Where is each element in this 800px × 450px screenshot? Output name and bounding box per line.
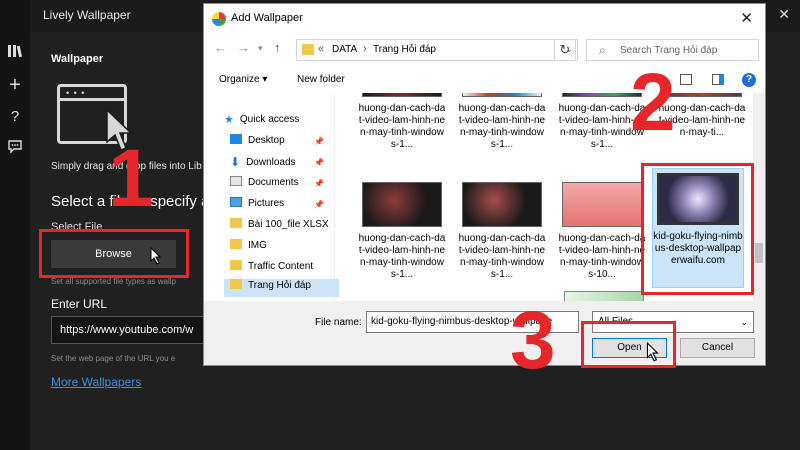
dialog-titlebar: Add Wallpaper ✕	[204, 4, 765, 34]
desktop-icon	[230, 134, 242, 144]
file-item[interactable]: huong-dan-cach-dat-video-lam-hinh-nen-ma…	[358, 182, 446, 281]
video-thumbnail	[462, 182, 542, 227]
chevron-down-icon: ⌄	[740, 317, 748, 327]
view-options-icon[interactable]	[680, 74, 692, 85]
new-folder-button[interactable]: New folder	[297, 74, 345, 85]
feedback-icon[interactable]	[6, 140, 24, 158]
side-rail: + ?	[0, 0, 30, 450]
cancel-button[interactable]: Cancel	[680, 338, 755, 358]
search-icon: ⌕	[599, 43, 606, 57]
app-logo-icon	[212, 12, 226, 26]
breadcrumb-current[interactable]: Trang Hỏi đáp	[373, 44, 436, 55]
nav-desktop[interactable]: Desktop	[230, 134, 285, 152]
address-bar[interactable]: « DATA › Trang Hỏi đáp ⌄	[296, 39, 578, 61]
pin-icon: 📌	[314, 179, 324, 188]
help-icon[interactable]: ?	[6, 108, 24, 126]
preview-pane-icon[interactable]	[712, 74, 724, 85]
annotation-box-3	[581, 321, 676, 368]
file-item[interactable]: huong-dan-cach-dat-video-lam-hinh-nen-ma…	[458, 93, 546, 151]
download-icon: ⬇	[230, 155, 241, 169]
close-icon[interactable]: ✕	[778, 6, 790, 23]
file-name-label: File name:	[315, 317, 362, 328]
url-input[interactable]: https://www.youtube.com/w	[51, 316, 211, 344]
video-thumbnail	[562, 182, 642, 227]
breadcrumb-data[interactable]: DATA	[332, 44, 357, 55]
pin-icon: 📌	[314, 158, 324, 167]
video-thumbnail	[362, 182, 442, 227]
annotation-box-1	[39, 229, 189, 278]
url-label: Enter URL	[51, 297, 108, 311]
more-wallpapers-link[interactable]: More Wallpapers	[51, 375, 141, 389]
annotation-number-3: 3	[510, 295, 556, 386]
nav-pictures[interactable]: Pictures	[230, 197, 284, 215]
file-item[interactable]: huong-dan-cach-dat-video-lam-hinh-nen-ma…	[358, 93, 446, 151]
dialog-toolbar: Organize ▾ New folder ?	[204, 67, 765, 93]
file-list-scrollbar[interactable]	[753, 93, 765, 301]
add-icon[interactable]: +	[6, 75, 24, 95]
address-row: ← → ▾ ↑ « DATA › Trang Hỏi đáp ⌄ ↻ ⌕ Sea…	[204, 34, 765, 66]
navigation-pane: ★ Quick access Desktop 📌 ⬇ Downloads 📌 Doc…	[204, 93, 339, 301]
video-thumbnail	[564, 291, 644, 301]
annotation-box-2	[641, 163, 754, 295]
refresh-icon[interactable]: ↻	[554, 39, 576, 61]
dialog-bottom-bar: File name: kid-goku-flying-nimbus-deskto…	[204, 301, 765, 365]
folder-icon	[230, 218, 242, 228]
recent-dropdown-icon[interactable]: ▾	[258, 43, 263, 54]
dialog-title: Add Wallpaper	[231, 12, 303, 24]
url-help: Set the web page of the URL you e	[51, 354, 176, 363]
star-icon: ★	[224, 114, 234, 126]
up-arrow-icon[interactable]: ↑	[274, 40, 281, 55]
folder-icon	[230, 260, 242, 270]
breadcrumb-overflow-icon[interactable]: «	[318, 43, 324, 55]
nav-folder-img[interactable]: IMG	[230, 239, 267, 257]
organize-menu[interactable]: Organize ▾	[219, 74, 267, 85]
file-item[interactable]: huong-dan-cach-dat-video-lam-hinh-nen-ma…	[458, 182, 546, 281]
nav-downloads[interactable]: ⬇ Downloads	[230, 155, 296, 173]
document-icon	[230, 176, 242, 186]
folder-icon	[230, 279, 242, 289]
pin-icon: 📌	[314, 137, 324, 146]
pin-icon: 📌	[314, 200, 324, 209]
forward-arrow-icon[interactable]: →	[237, 40, 250, 55]
nav-documents[interactable]: Documents	[230, 176, 299, 194]
video-thumbnail	[362, 93, 442, 97]
section-title: Wallpaper	[51, 53, 104, 65]
dialog-close-icon[interactable]: ✕	[740, 9, 753, 27]
search-placeholder: Search Trang Hỏi đáp	[620, 45, 718, 56]
pictures-icon	[230, 197, 242, 207]
back-arrow-icon[interactable]: ←	[214, 40, 227, 55]
folder-icon	[230, 239, 242, 249]
nav-folder-xlsx[interactable]: Bài 100_file XLSX	[230, 218, 329, 236]
video-thumbnail	[462, 93, 542, 97]
nav-folder-current[interactable]: Trang Hỏi đáp	[224, 279, 339, 297]
support-hint: Set all supported file types as wallp	[51, 277, 176, 286]
file-item[interactable]: huong-dan-cach-dat-video-lam-hinh-nen-ma…	[558, 182, 646, 281]
nav-quick-access[interactable]: ★ Quick access	[224, 113, 299, 131]
app-title: Lively Wallpaper	[43, 8, 131, 22]
breadcrumb-separator-icon[interactable]: ›	[363, 43, 367, 55]
folder-icon	[302, 44, 314, 55]
help-circle-icon[interactable]: ?	[742, 73, 756, 87]
library-icon[interactable]	[6, 44, 24, 62]
annotation-number-1: 1	[108, 133, 154, 224]
nav-folder-traffic[interactable]: Traffic Content	[230, 260, 313, 278]
annotation-number-2: 2	[630, 57, 676, 148]
